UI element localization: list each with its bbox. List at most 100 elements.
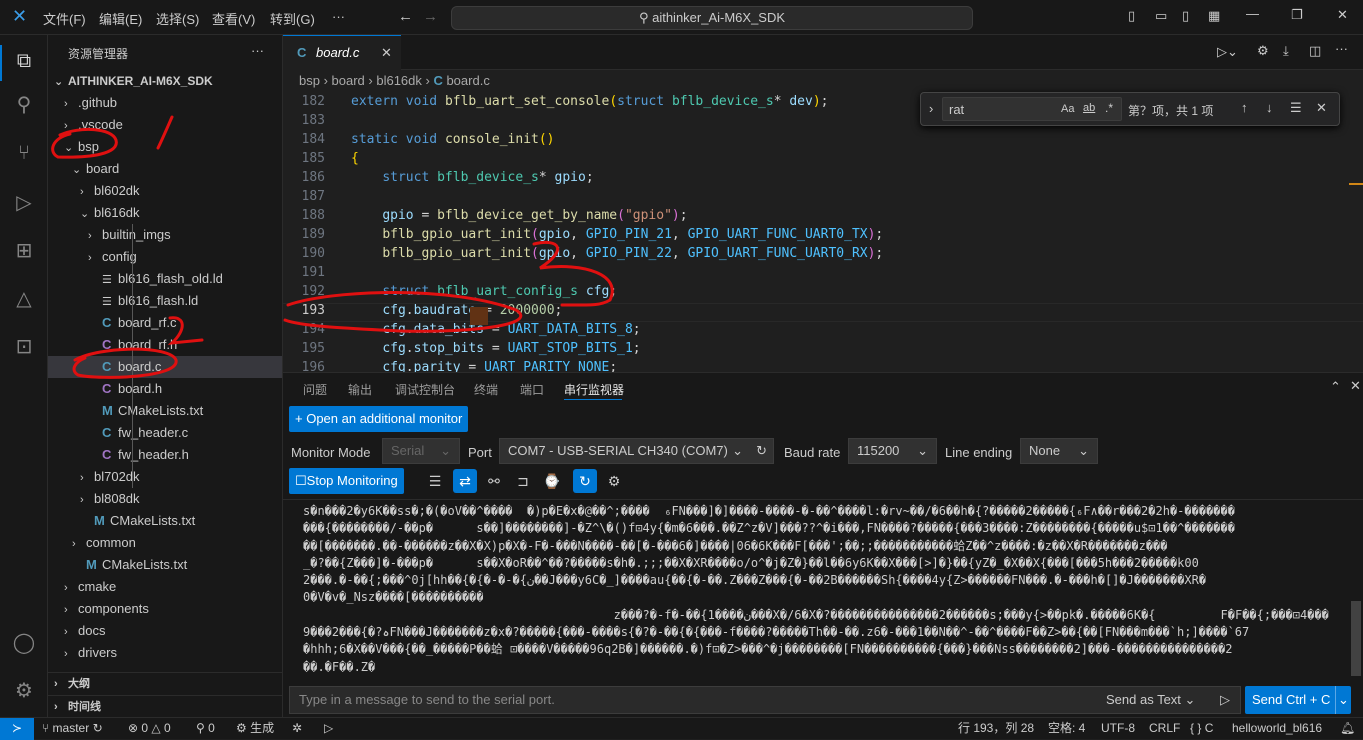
code-line[interactable]: static void console_init()	[351, 132, 555, 147]
open-additional-monitor-button[interactable]: + Open an additional monitor	[289, 406, 469, 432]
tree-item[interactable]: › .github	[48, 92, 282, 114]
tree-item[interactable]: › components	[48, 598, 282, 620]
tree-item[interactable]: › cmake	[48, 576, 282, 598]
code-line[interactable]: extern void bflb_uart_set_console(struct…	[351, 94, 828, 109]
outline-section[interactable]: › 大纲	[48, 673, 282, 695]
settings-gear-icon[interactable]: ⚙	[12, 679, 36, 703]
account-icon[interactable]: ◯	[12, 631, 36, 655]
tree-item[interactable]: M CMakeLists.txt	[48, 510, 282, 532]
timeline-section[interactable]: › 时间线	[48, 695, 282, 717]
restore-icon[interactable]: ❐	[1291, 7, 1303, 23]
tree-item[interactable]: Cboard_rf.h	[48, 334, 282, 356]
clear-output-icon[interactable]: ☰	[423, 469, 447, 493]
send-as-select[interactable]: Send as Text ⌄	[1106, 687, 1195, 713]
find-input[interactable]: rat Aa ab .*	[942, 97, 1122, 121]
close-panel-icon[interactable]: ✕	[1350, 378, 1361, 394]
tree-item[interactable]: Cfw_header.h	[48, 444, 282, 466]
panel-tab[interactable]: 串行监视器	[564, 381, 624, 398]
tree-item[interactable]: › drivers	[48, 642, 282, 664]
code-view[interactable]: 182 extern void bflb_uart_set_console(str…	[283, 94, 1363, 372]
encoding[interactable]: UTF-8	[1101, 718, 1135, 739]
tree-item[interactable]: › common	[48, 532, 282, 554]
line-ending[interactable]: CRLF	[1149, 718, 1180, 739]
settings-gear-icon[interactable]: ⚙	[602, 469, 626, 493]
panel-tab[interactable]: 问题	[303, 381, 327, 398]
project-name[interactable]: helloworld_bl616	[1232, 718, 1322, 739]
tree-item[interactable]: › config	[48, 246, 282, 268]
tree-item[interactable]: › docs	[48, 620, 282, 642]
problems-status[interactable]: ⊗ 0 △ 0	[128, 718, 171, 739]
menu-item[interactable]: 文件(F)	[43, 9, 86, 28]
toggle-replace-icon[interactable]: ›	[929, 101, 933, 116]
layout-secondary-icon[interactable]: ▯	[1182, 8, 1189, 24]
back-icon[interactable]: ←	[398, 8, 413, 25]
send-icon[interactable]: ▷	[1220, 687, 1230, 713]
tab-board-c[interactable]: C board.c ✕	[283, 35, 401, 70]
source-control-icon[interactable]: ⑂	[12, 141, 36, 165]
refresh-ports-icon[interactable]: ↻	[756, 439, 767, 463]
menu-item[interactable]: 转到(G)	[270, 9, 315, 28]
layout-panel-icon[interactable]: ▭	[1155, 8, 1167, 24]
toggle-autoscroll-icon[interactable]: ⇄	[453, 469, 477, 493]
run-icon[interactable]: ▷	[324, 718, 333, 739]
indentation[interactable]: 空格: 4	[1048, 718, 1085, 739]
auto-reconnect-icon[interactable]: ↻	[573, 469, 597, 493]
tree-item[interactable]: M CMakeLists.txt	[48, 400, 282, 422]
panel-tab[interactable]: 终端	[474, 381, 498, 398]
menu-item[interactable]: 查看(V)	[212, 9, 255, 28]
customize-layout-icon[interactable]: ▦	[1208, 8, 1220, 24]
code-line[interactable]: cfg.parity = UART_PARITY_NONE;	[351, 360, 617, 372]
breadcrumb-item[interactable]: bl616dk	[376, 73, 422, 88]
minimize-icon[interactable]: —	[1246, 6, 1259, 21]
tree-item[interactable]: ⌄ bl616dk	[48, 202, 282, 224]
workspace-root[interactable]: ⌄ AITHINKER_AI-M6X_SDK	[48, 70, 282, 92]
menu-item[interactable]: ···	[332, 9, 345, 24]
cursor-position[interactable]: 行 193，列 28	[958, 718, 1034, 739]
find-in-selection-icon[interactable]: ☰	[1290, 100, 1302, 116]
close-tab-icon[interactable]: ✕	[381, 36, 392, 70]
more-actions-icon[interactable]: ···	[251, 43, 264, 58]
tree-item[interactable]: ☰ bl616_flash.ld	[48, 290, 282, 312]
remote-icon[interactable]: ⊡	[12, 335, 36, 359]
tree-item[interactable]: › bl702dk	[48, 466, 282, 488]
code-line[interactable]: struct bflb_uart_config_s cfg;	[351, 284, 617, 299]
previous-match-icon[interactable]: ↑	[1241, 100, 1248, 115]
download-icon[interactable]: ⤓	[1283, 43, 1289, 59]
code-line[interactable]: gpio = bflb_device_get_by_name("gpio");	[351, 208, 687, 223]
whole-word-icon[interactable]: ab	[1083, 102, 1095, 114]
debug-icon[interactable]: ✲	[292, 718, 302, 739]
breadcrumb-item[interactable]: board.c	[446, 73, 489, 88]
tree-item[interactable]: Cboard.c	[48, 356, 282, 378]
explorer-icon[interactable]: ⧉	[12, 49, 36, 73]
command-center-search[interactable]: ⚲ aithinker_Ai-M6X_SDK	[451, 6, 973, 30]
match-case-icon[interactable]: Aa	[1061, 103, 1074, 115]
tree-item[interactable]: › bl808dk	[48, 488, 282, 510]
run-debug-icon[interactable]: ▷	[12, 191, 36, 215]
chevron-down-icon[interactable]: ⌄	[1335, 686, 1351, 714]
extensions-icon[interactable]: ⊞	[12, 239, 36, 263]
panel-tab[interactable]: 端口	[520, 381, 544, 398]
layout-sidebar-icon[interactable]: ▯	[1128, 8, 1135, 24]
gear-icon[interactable]: ⚙	[1257, 43, 1269, 59]
baud-rate-select[interactable]: 115200 ⌄	[848, 438, 937, 464]
menu-item[interactable]: 选择(S)	[156, 9, 199, 28]
bouffalo-icon[interactable]: △	[12, 287, 36, 311]
split-editor-icon[interactable]: ◫	[1309, 43, 1321, 59]
timestamp-icon[interactable]: ⌚	[540, 469, 564, 493]
branch-status[interactable]: ⑂ master ↻	[42, 718, 103, 739]
close-window-icon[interactable]: ✕	[1337, 7, 1348, 23]
port-select[interactable]: COM7 - USB-SERIAL CH340 (COM7) ⌄ ↻	[499, 438, 774, 464]
breadcrumb-item[interactable]: board	[332, 73, 365, 88]
remote-indicator-icon[interactable]: ≻	[0, 718, 34, 740]
tree-item[interactable]: › builtin_imgs	[48, 224, 282, 246]
send-button[interactable]: Send Ctrl + C ⌄	[1245, 686, 1351, 714]
code-line[interactable]: cfg.data_bits = UART_DATA_BITS_8;	[351, 322, 640, 337]
tree-item[interactable]: Cboard_rf.c	[48, 312, 282, 334]
close-find-icon[interactable]: ✕	[1316, 100, 1327, 116]
tree-item[interactable]: ☰ bl616_flash_old.ld	[48, 268, 282, 290]
tree-item[interactable]: › bl602dk	[48, 180, 282, 202]
code-line[interactable]: struct bflb_device_s* gpio;	[351, 170, 593, 185]
output-scrollbar[interactable]	[1351, 601, 1361, 676]
stop-monitoring-button[interactable]: ☐Stop Monitoring	[289, 468, 404, 494]
tree-item[interactable]: Cfw_header.c	[48, 422, 282, 444]
